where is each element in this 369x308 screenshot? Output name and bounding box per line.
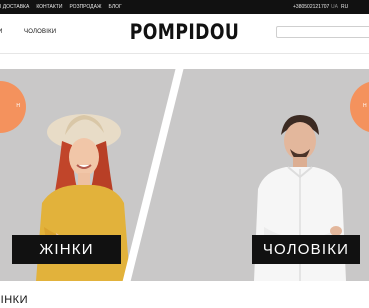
section-title: ЖІНКИ xyxy=(0,294,28,306)
promo-badge-left-text: Н xyxy=(16,103,20,109)
section-women: ЖІНКИ xyxy=(0,281,369,308)
promo-badge-right-text: Н xyxy=(363,103,367,109)
top-bar: І ДОСТАВКА КОНТАКТИ РОЗПРОДАЖ БЛОГ +3805… xyxy=(0,0,369,14)
search-input[interactable] xyxy=(276,26,369,38)
lang-ua[interactable]: UA xyxy=(331,4,338,10)
hero-banner: Н Н ЖІНКИ ЧОЛОВІКИ xyxy=(0,69,369,281)
language-switcher: UA RU xyxy=(331,4,348,10)
category-women-button[interactable]: ЖІНКИ xyxy=(12,235,121,264)
top-nav-delivery[interactable]: І ДОСТАВКА xyxy=(0,4,29,10)
top-nav: І ДОСТАВКА КОНТАКТИ РОЗПРОДАЖ БЛОГ xyxy=(0,4,122,10)
lang-ru[interactable]: RU xyxy=(341,4,348,10)
category-men-button[interactable]: ЧОЛОВІКИ xyxy=(252,235,360,264)
menu-item-women[interactable]: И xyxy=(0,29,3,35)
top-nav-blog[interactable]: БЛОГ xyxy=(109,4,122,10)
phone-number[interactable]: +380502121707 xyxy=(293,4,329,10)
top-nav-contacts[interactable]: КОНТАКТИ xyxy=(36,4,62,10)
main-header: И ЧОЛОВІКИ POMPIDOU xyxy=(0,14,369,54)
top-nav-sale[interactable]: РОЗПРОДАЖ xyxy=(69,4,101,10)
